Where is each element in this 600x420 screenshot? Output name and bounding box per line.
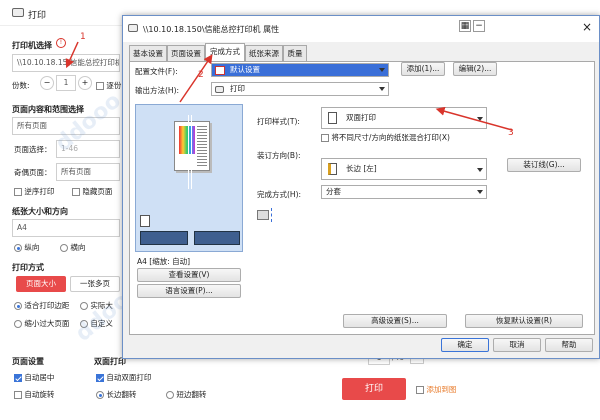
annotation-label-3: 3	[508, 128, 514, 138]
annotation-label-1: 1	[80, 32, 86, 42]
annotation-arrow-1	[65, 41, 79, 69]
annotation-label-2: 2	[198, 70, 204, 80]
annotation-arrow-3	[435, 106, 513, 131]
annotation-arrow-2	[179, 54, 213, 103]
annotation-layer	[65, 41, 513, 131]
